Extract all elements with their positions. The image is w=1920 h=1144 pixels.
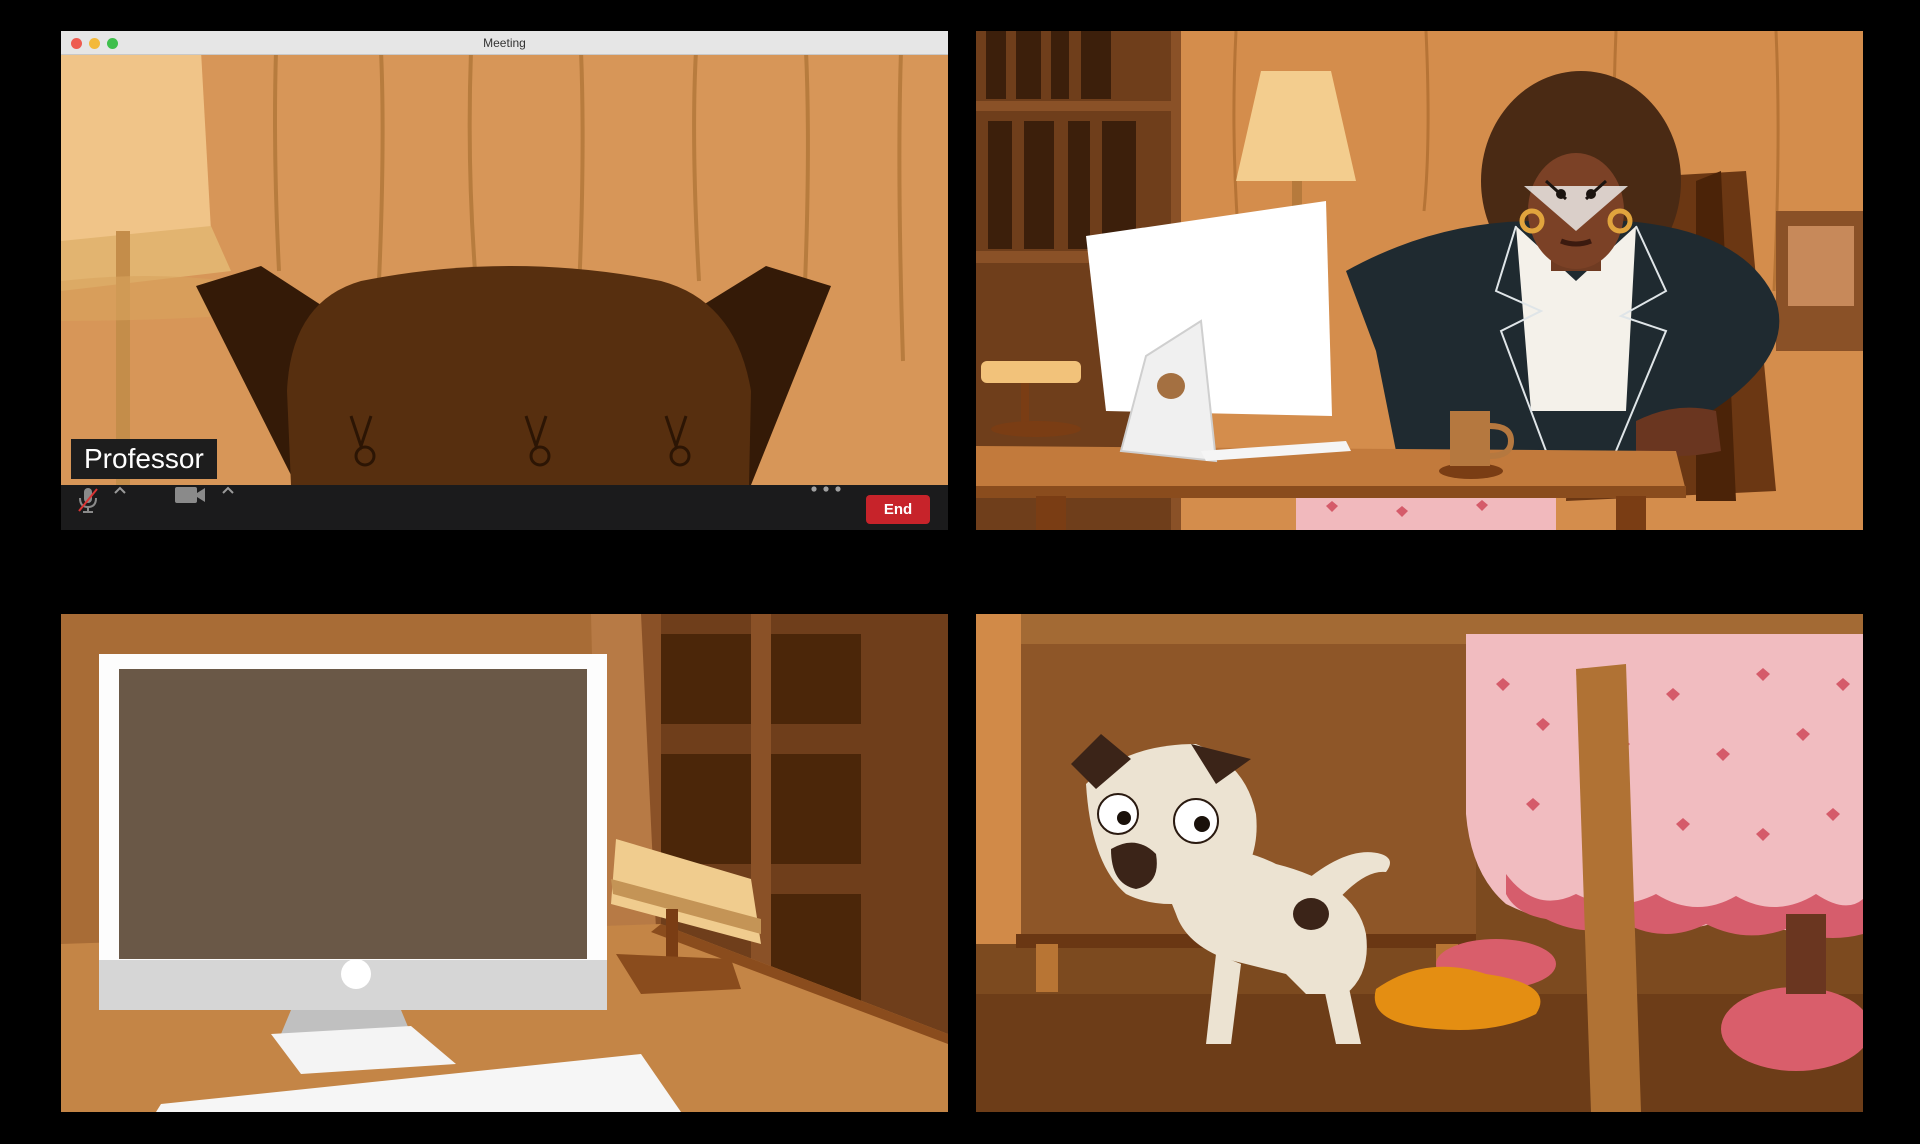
more-options-icon (811, 486, 841, 492)
scene-pug-under-desk (976, 614, 1863, 1112)
chevron-up-icon (114, 486, 126, 494)
microphone-muted-icon (78, 488, 98, 513)
video-button[interactable] (173, 485, 213, 530)
scene-woman-at-desk (976, 31, 1863, 530)
chevron-up-icon (222, 486, 234, 494)
end-call-button[interactable]: End (866, 495, 930, 524)
meeting-toolbar: End (61, 485, 948, 530)
participant-name-tag: Professor (71, 439, 217, 479)
video-camera-icon (175, 487, 205, 503)
video-options-button[interactable] (221, 485, 241, 530)
mute-button[interactable] (75, 485, 105, 530)
audio-options-button[interactable] (113, 485, 133, 530)
empty-desk-illustration (61, 614, 948, 1112)
window-titlebar: Meeting (61, 31, 948, 55)
pug-under-desk-illustration (976, 614, 1863, 1112)
scene-empty-desk (61, 614, 948, 1112)
video-call-window: Meeting Professor End (61, 31, 948, 530)
window-title: Meeting (483, 36, 526, 50)
more-options-button[interactable] (809, 485, 849, 530)
woman-at-desk-illustration (976, 31, 1863, 530)
